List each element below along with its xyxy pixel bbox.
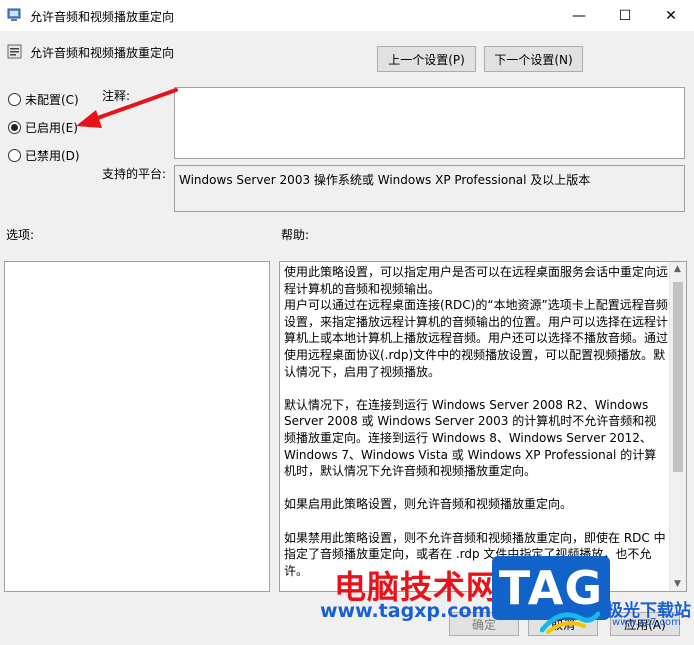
platform-value: Windows Server 2003 操作系统或 Windows XP Pro…: [179, 173, 591, 187]
options-panel: [4, 261, 270, 592]
watermark-aurora-icon: [540, 611, 600, 634]
next-setting-button[interactable]: 下一个设置(N): [484, 46, 583, 72]
policy-app-icon: [7, 8, 21, 21]
radio-not-configured[interactable]: 未配置(C): [8, 91, 79, 108]
watermark-download-site-url: www.xz7.com: [612, 617, 681, 628]
help-scrollbar[interactable]: ▲ ▼: [669, 262, 686, 591]
maximize-button[interactable]: ☐: [602, 0, 648, 31]
title-bar: 允许音频和视频播放重定向 — ☐ ✕: [0, 0, 694, 31]
help-paragraph: 如果启用此策略设置，则允许音频和视频播放重定向。: [284, 497, 573, 512]
options-label: 选项:: [6, 228, 35, 242]
scroll-thumb[interactable]: [673, 282, 683, 472]
help-text: 使用此策略设置，可以指定用户是否可以在远程桌面服务会话中重定向远程计算机的音频和…: [284, 264, 668, 579]
radio-circle-selected[interactable]: [8, 121, 21, 134]
help-paragraph: 使用此策略设置，可以指定用户是否可以在远程桌面服务会话中重定向远程计算机的音频和…: [284, 265, 669, 296]
watermark-site-url: www.tagxp.com: [320, 600, 492, 622]
close-button[interactable]: ✕: [648, 0, 694, 31]
help-label: 帮助:: [281, 228, 310, 242]
radio-label: 已禁用(D): [25, 149, 80, 163]
window-title: 允许音频和视频播放重定向: [30, 10, 175, 24]
help-paragraph: 默认情况下，在连接到运行 Windows Server 2008 R2、Wind…: [284, 397, 657, 479]
platform-label: 支持的平台:: [102, 167, 167, 181]
radio-enabled[interactable]: 已启用(E): [8, 119, 78, 136]
radio-circle[interactable]: [8, 149, 21, 162]
platform-field: Windows Server 2003 操作系统或 Windows XP Pro…: [174, 165, 685, 212]
radio-circle[interactable]: [8, 93, 21, 106]
scroll-down-icon[interactable]: ▼: [674, 579, 681, 589]
previous-setting-button[interactable]: 上一个设置(P): [377, 46, 476, 72]
policy-title: 允许音频和视频播放重定向: [30, 46, 175, 60]
help-paragraph: 用户可以通过在远程桌面连接(RDC)的“本地资源”选项卡上配置远程音频设置，来指…: [284, 298, 669, 379]
policy-setting-icon: [7, 44, 22, 59]
radio-disabled[interactable]: 已禁用(D): [8, 147, 80, 164]
help-panel[interactable]: 使用此策略设置，可以指定用户是否可以在远程桌面服务会话中重定向远程计算机的音频和…: [279, 261, 687, 592]
close-icon: ✕: [665, 7, 677, 24]
annotation-arrow-icon: [76, 88, 178, 128]
maximize-icon: ☐: [618, 7, 632, 24]
comment-textarea[interactable]: [174, 87, 685, 159]
scroll-up-icon[interactable]: ▲: [674, 264, 681, 274]
minimize-button[interactable]: —: [556, 0, 602, 31]
minimize-icon: —: [572, 7, 586, 24]
